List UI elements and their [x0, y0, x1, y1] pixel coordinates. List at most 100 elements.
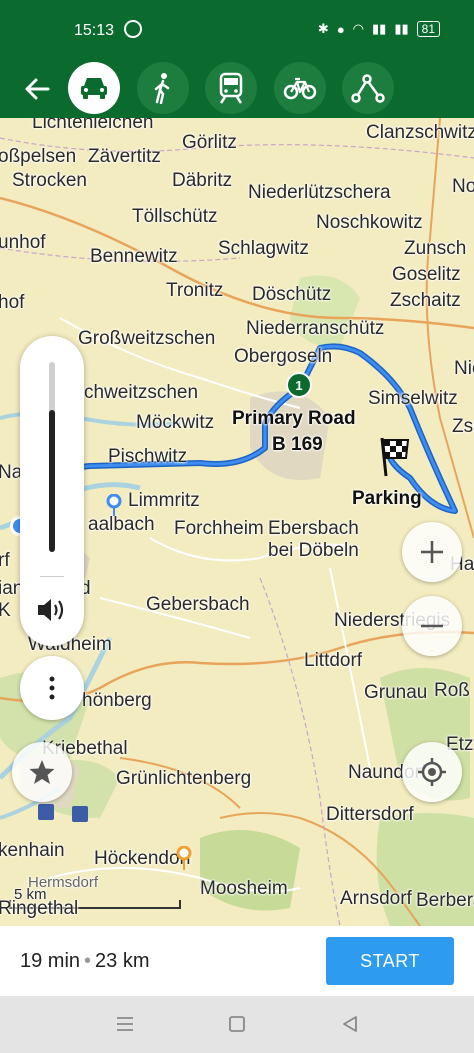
- place-label: Däbritz: [172, 170, 233, 191]
- place-label: Grunau: [364, 682, 428, 703]
- place-label: Görlitz: [182, 132, 237, 153]
- route-summary-bar: 19 min • 23 km START: [0, 926, 474, 996]
- battery-icon: 81: [416, 21, 440, 37]
- more-vertical-icon: [49, 676, 55, 700]
- mode-route-points-button[interactable]: [342, 62, 394, 114]
- place-label: Limmritz: [128, 490, 200, 511]
- car-icon: [81, 78, 107, 99]
- whatsapp-icon: [124, 20, 142, 38]
- place-label: K: [0, 600, 11, 621]
- route-summary: 19 min • 23 km: [20, 950, 150, 973]
- train-icon: [219, 72, 243, 104]
- place-label: Bennewitz: [90, 246, 178, 267]
- place-label: Zschaitz: [452, 416, 474, 437]
- route-duration: 19 min: [20, 950, 81, 972]
- place-label: Obergoseln: [234, 346, 333, 367]
- road-label-name: Primary Road: [232, 408, 356, 429]
- mode-walk-button[interactable]: [137, 62, 189, 114]
- bike-icon: [283, 77, 317, 100]
- location-icon: ●: [336, 21, 345, 37]
- signal-icon: ▮▮: [372, 21, 387, 36]
- location-pin-icon[interactable]: [176, 846, 192, 870]
- route-mode-toolbar: [0, 60, 474, 118]
- place-label: Gebersbach: [146, 594, 250, 615]
- volume-slider-fill: [49, 409, 55, 552]
- place-label: Na: [0, 462, 23, 483]
- place-label: bei Döbeln: [268, 540, 359, 561]
- route-points-icon: [351, 74, 385, 103]
- place-label: Berbersd: [416, 890, 474, 911]
- home-icon[interactable]: [229, 1016, 245, 1032]
- place-label: Töllschütz: [132, 206, 218, 227]
- menu-icon[interactable]: [116, 1016, 134, 1032]
- railway-station-icon: [72, 806, 88, 822]
- mode-bike-button[interactable]: [274, 62, 326, 114]
- mode-car-button[interactable]: [68, 62, 120, 114]
- place-label: Schlagwitz: [218, 238, 309, 259]
- status-icons: ✱ ● ◠ ▮▮ ▮▮ 81: [318, 21, 440, 37]
- walk-icon: [154, 73, 170, 104]
- status-time: 15:13: [74, 22, 115, 39]
- place-label: Möckwitz: [136, 412, 215, 433]
- place-label: Strocken: [12, 170, 87, 191]
- railway-station-icon: [38, 804, 54, 820]
- favorites-button[interactable]: [12, 742, 72, 802]
- wifi-icon: ◠: [352, 21, 365, 36]
- zoom-out-button[interactable]: [402, 596, 462, 656]
- volume-more-button[interactable]: [20, 656, 84, 720]
- place-label: Nos: [452, 176, 474, 197]
- place-label: Nie: [454, 358, 474, 379]
- place-label: Ebersbach: [268, 518, 359, 539]
- plus-icon: [421, 541, 443, 563]
- back-arrow-icon[interactable]: [22, 74, 52, 104]
- place-label: hönberg: [82, 690, 152, 711]
- signal-icon-2: ▮▮: [394, 21, 409, 36]
- destination-flag-icon[interactable]: [376, 436, 412, 478]
- minus-icon: [421, 624, 443, 628]
- place-label: Tronitz: [166, 280, 224, 301]
- speaker-icon[interactable]: [36, 596, 68, 624]
- back-icon[interactable]: [342, 1016, 358, 1032]
- place-label: rf: [0, 550, 10, 571]
- mode-transit-button[interactable]: [205, 62, 257, 114]
- place-label: Grünlichtenberg: [116, 768, 252, 789]
- place-label: Goselitz: [392, 264, 461, 285]
- place-label: Niederlützschera: [248, 182, 391, 203]
- zoom-in-button[interactable]: [402, 522, 462, 582]
- my-location-button[interactable]: [402, 742, 462, 802]
- place-label: Roß: [434, 680, 470, 701]
- my-location-icon: [418, 758, 446, 786]
- place-label: Littdorf: [304, 650, 363, 671]
- road-label-number: B 169: [272, 434, 323, 455]
- place-label: Zunsch: [404, 238, 467, 259]
- volume-slider[interactable]: [49, 362, 55, 552]
- place-label: Niederranschütz: [246, 318, 385, 339]
- place-label: unhof: [0, 232, 46, 253]
- volume-panel: [20, 336, 84, 646]
- place-label: chweitzschen: [84, 382, 199, 403]
- place-label: Großweitzschen: [78, 328, 216, 349]
- place-label: hof: [0, 292, 25, 313]
- place-label: kenhain: [0, 840, 65, 861]
- place-label: Lichtenleichen: [32, 118, 154, 133]
- place-label: oßpelsen: [0, 146, 77, 167]
- start-navigation-button[interactable]: START: [326, 937, 454, 985]
- place-label: Moosheim: [200, 878, 288, 899]
- route-badge: 1: [286, 372, 312, 398]
- bluetooth-icon: ✱: [317, 21, 329, 36]
- destination-label: Parking: [352, 488, 422, 509]
- place-label: Zävertitz: [88, 146, 161, 167]
- place-label: Pischwitz: [108, 446, 188, 467]
- star-icon: [29, 760, 55, 784]
- route-distance: 23 km: [95, 950, 150, 972]
- status-bar: 15:13 ✱ ● ◠ ▮▮ ▮▮ 81: [0, 0, 474, 60]
- place-label: Dittersdorf: [326, 804, 414, 825]
- place-label: Noschkowitz: [316, 212, 423, 233]
- place-label: Simselwitz: [368, 388, 458, 409]
- place-label: aalbach: [88, 514, 155, 535]
- separator-dot: •: [84, 950, 92, 972]
- place-label: Döschütz: [252, 284, 332, 305]
- location-pin-icon[interactable]: [106, 494, 122, 516]
- place-label: Zschaitz: [390, 290, 461, 311]
- place-label: Forchheim: [174, 518, 264, 539]
